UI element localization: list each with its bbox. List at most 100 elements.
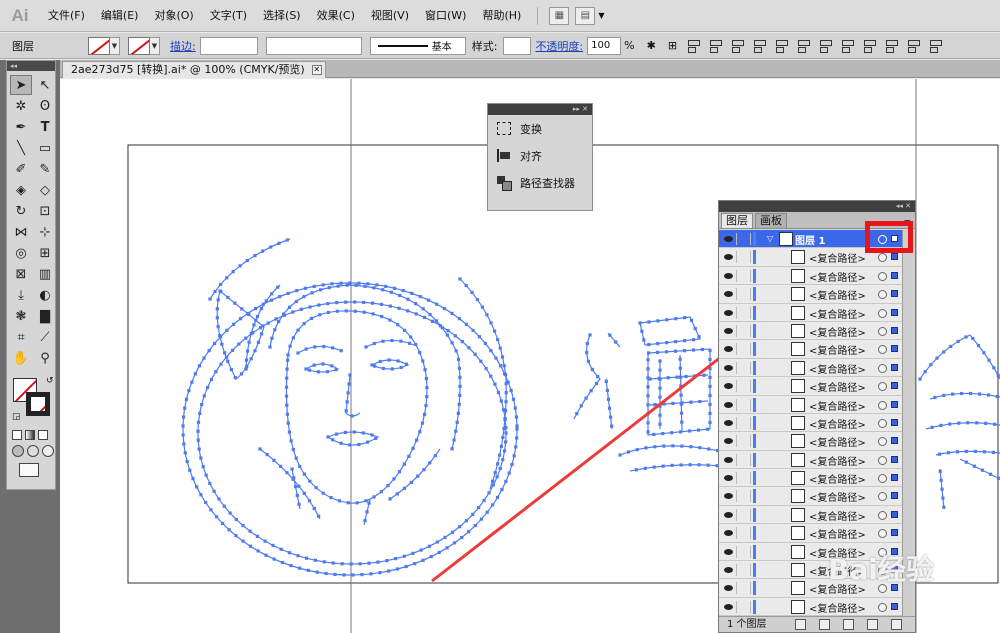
- document-tab[interactable]: 2ae273d75 [转换].ai* @ 100% (CMYK/预览) ✕: [62, 61, 326, 78]
- selection-indicator[interactable]: [891, 308, 898, 316]
- menu-effect[interactable]: 效果(C): [309, 0, 363, 32]
- selection-indicator[interactable]: [891, 400, 898, 408]
- lock-toggle[interactable]: [739, 600, 751, 613]
- sublayer-row[interactable]: <复合路径>: [719, 414, 903, 433]
- eraser-tool-icon[interactable]: ◇: [34, 180, 56, 200]
- visibility-eye-icon[interactable]: [722, 380, 737, 393]
- screen-mode-icon[interactable]: [19, 463, 39, 477]
- distribute-top-icon[interactable]: [819, 39, 833, 53]
- target-circle-icon[interactable]: [878, 455, 887, 465]
- selection-indicator[interactable]: [891, 382, 898, 390]
- chevron-down-icon[interactable]: ▼: [598, 11, 604, 20]
- sublayer-name[interactable]: <复合路径>: [809, 250, 866, 265]
- magic-wand-tool-icon[interactable]: ✲: [10, 96, 32, 116]
- panel-grip[interactable]: ▸▸ ✕: [488, 104, 592, 115]
- trash-icon[interactable]: [891, 619, 902, 630]
- target-circle-icon[interactable]: [878, 382, 887, 392]
- align-middle-icon[interactable]: [775, 39, 789, 53]
- visibility-eye-icon[interactable]: [722, 306, 737, 319]
- sublayer-row[interactable]: <复合路径>: [719, 304, 903, 322]
- target-circle-icon[interactable]: [878, 253, 887, 263]
- visibility-eye-icon[interactable]: [722, 324, 737, 337]
- lock-toggle[interactable]: [739, 288, 751, 301]
- shape-builder-tool-icon[interactable]: ◎: [10, 243, 32, 263]
- menu-edit[interactable]: 编辑(E): [93, 0, 147, 32]
- brush-definition-dropdown[interactable]: 基本: [369, 36, 466, 55]
- distribute-middle-icon[interactable]: [841, 39, 855, 53]
- selection-indicator[interactable]: [891, 418, 898, 426]
- menu-type[interactable]: 文字(T): [202, 0, 255, 32]
- align-left-icon[interactable]: [687, 39, 701, 53]
- swap-fill-stroke-icon[interactable]: ↺: [46, 376, 54, 386]
- default-fill-stroke-icon[interactable]: ◲: [12, 412, 21, 422]
- visibility-eye-icon[interactable]: [722, 233, 737, 245]
- sublayer-name[interactable]: <复合路径>: [809, 489, 866, 504]
- target-circle-icon[interactable]: [878, 363, 887, 373]
- target-circle-icon[interactable]: [878, 271, 887, 281]
- lock-toggle[interactable]: [739, 453, 751, 466]
- gradient-mode-icon[interactable]: [25, 430, 35, 440]
- sublayer-name[interactable]: <复合路径>: [809, 379, 866, 394]
- lock-toggle[interactable]: [739, 324, 751, 337]
- slice-tool-icon[interactable]: ⟋: [34, 327, 56, 347]
- locate-object-icon[interactable]: [795, 619, 806, 630]
- distribute-center-icon[interactable]: [907, 39, 921, 53]
- bridge-icon[interactable]: ▦: [549, 6, 570, 25]
- target-circle-icon[interactable]: [878, 308, 887, 318]
- selection-indicator[interactable]: [891, 271, 898, 279]
- sublayer-row[interactable]: <复合路径>: [719, 432, 903, 451]
- distribute-bottom-icon[interactable]: [863, 39, 877, 53]
- align-right-icon[interactable]: [731, 39, 745, 53]
- blend-tool-icon[interactable]: ◐: [34, 285, 56, 305]
- sublayer-name[interactable]: <复合路径>: [809, 361, 866, 376]
- selection-indicator[interactable]: [891, 510, 898, 518]
- visibility-eye-icon[interactable]: [722, 398, 737, 411]
- arrange-documents-icon[interactable]: ▤: [575, 6, 596, 25]
- visibility-eye-icon[interactable]: [722, 490, 737, 503]
- gradient-tool-icon[interactable]: ▥: [34, 264, 56, 284]
- type-tool-icon[interactable]: T: [34, 117, 56, 137]
- target-circle-icon[interactable]: [878, 437, 887, 447]
- selection-indicator[interactable]: [891, 253, 898, 261]
- visibility-eye-icon[interactable]: [722, 343, 737, 356]
- lock-toggle[interactable]: [739, 582, 751, 595]
- menu-view[interactable]: 视图(V): [363, 0, 417, 32]
- stroke-color-swatch[interactable]: [128, 36, 150, 55]
- lock-toggle[interactable]: [739, 361, 751, 374]
- sublayer-row[interactable]: <复合路径>: [719, 506, 903, 525]
- fill-color-swatch[interactable]: [88, 36, 110, 55]
- sublayer-name[interactable]: <复合路径>: [809, 434, 866, 449]
- selection-indicator[interactable]: [891, 529, 898, 537]
- sublayer-name[interactable]: <复合路径>: [809, 324, 866, 339]
- lock-toggle[interactable]: [739, 508, 751, 521]
- lock-toggle[interactable]: [739, 233, 751, 245]
- visibility-eye-icon[interactable]: [722, 508, 737, 521]
- variable-width-profile[interactable]: [265, 36, 362, 55]
- sublayer-row[interactable]: <复合路径>: [719, 487, 903, 506]
- visibility-eye-icon[interactable]: [722, 582, 737, 595]
- rotate-tool-icon[interactable]: ↻: [10, 201, 32, 221]
- selection-indicator[interactable]: [891, 455, 898, 463]
- stroke-link[interactable]: 描边:: [170, 38, 196, 54]
- sublayer-name[interactable]: <复合路径>: [809, 342, 866, 357]
- stroke-box[interactable]: [26, 392, 50, 416]
- rectangle-tool-icon[interactable]: ▭: [34, 138, 56, 158]
- visibility-eye-icon[interactable]: [722, 361, 737, 374]
- lock-toggle[interactable]: [739, 251, 751, 264]
- opacity-link[interactable]: 不透明度:: [535, 38, 583, 54]
- visibility-eye-icon[interactable]: [722, 416, 737, 429]
- visibility-eye-icon[interactable]: [722, 600, 737, 613]
- pen-tool-icon[interactable]: ✒: [10, 117, 32, 137]
- transform-options-icon[interactable]: ⊞: [668, 39, 677, 52]
- sublayer-row[interactable]: <复合路径>: [719, 396, 903, 414]
- align-center-icon[interactable]: [709, 39, 723, 53]
- target-circle-icon[interactable]: [878, 290, 887, 300]
- make-clipping-mask-icon[interactable]: [819, 619, 830, 630]
- visibility-eye-icon[interactable]: [722, 453, 737, 466]
- visibility-eye-icon[interactable]: [722, 564, 737, 577]
- selection-indicator[interactable]: [891, 363, 898, 371]
- lock-toggle[interactable]: [739, 416, 751, 429]
- align-top-icon[interactable]: [753, 39, 767, 53]
- fill-dropdown-arrow[interactable]: ▼: [110, 36, 120, 55]
- lock-toggle[interactable]: [739, 472, 751, 485]
